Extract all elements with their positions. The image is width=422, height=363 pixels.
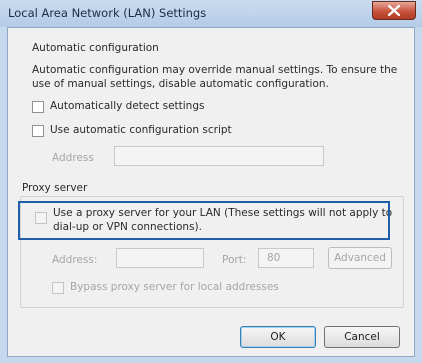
cancel-button[interactable]: Cancel — [324, 326, 400, 348]
proxy-address-input[interactable] — [116, 248, 204, 268]
proxy-port-label: Port: — [222, 254, 247, 266]
advanced-button[interactable]: Advanced — [328, 247, 392, 269]
script-address-input[interactable] — [114, 146, 324, 166]
proxy-port-input[interactable]: 80 — [258, 248, 314, 268]
automatic-configuration-description-line1: Automatic configuration may override man… — [32, 64, 398, 76]
proxy-address-label: Address: — [52, 254, 98, 266]
auto-detect-label[interactable]: Automatically detect settings — [50, 100, 204, 112]
close-icon — [388, 5, 400, 16]
automatic-configuration-title: Automatic configuration — [32, 42, 159, 54]
proxy-server-title: Proxy server — [22, 182, 88, 194]
use-script-checkbox[interactable] — [32, 125, 44, 137]
ok-button[interactable]: OK — [240, 326, 316, 348]
proxy-option-highlight — [18, 201, 390, 240]
use-script-label[interactable]: Use automatic configuration script — [50, 124, 232, 136]
window-title: Local Area Network (LAN) Settings — [8, 6, 207, 20]
bypass-local-label[interactable]: Bypass proxy server for local addresses — [70, 281, 279, 293]
close-button[interactable] — [372, 1, 416, 20]
automatic-configuration-description-line2: use of manual settings, disable automati… — [32, 78, 329, 90]
script-address-label: Address — [52, 152, 94, 164]
proxy-port-value: 80 — [267, 252, 281, 264]
bypass-local-checkbox[interactable] — [52, 282, 64, 294]
auto-detect-checkbox[interactable] — [32, 101, 44, 113]
dialog-body: Automatic configuration Automatic config… — [7, 27, 415, 357]
title-bar[interactable]: Local Area Network (LAN) Settings — [0, 0, 422, 27]
lan-settings-dialog: Local Area Network (LAN) Settings Automa… — [0, 0, 422, 363]
